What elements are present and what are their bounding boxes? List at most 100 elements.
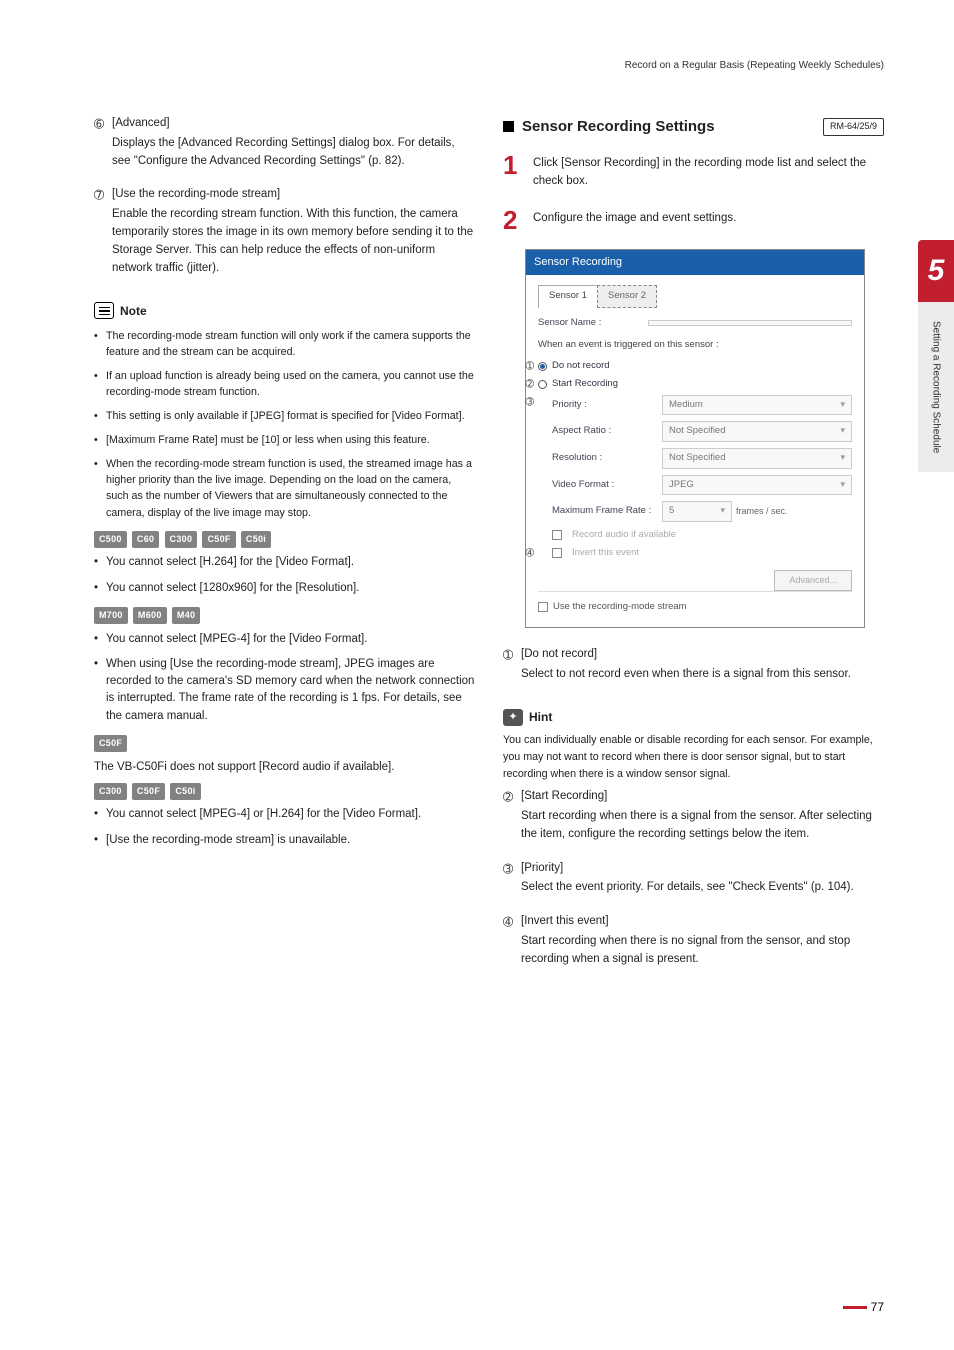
d3-title: [Priority]: [521, 860, 884, 878]
list-item: You cannot select [MPEG-4] for the [Vide…: [94, 631, 475, 648]
list-item: You cannot select [MPEG-4] or [H.264] fo…: [94, 806, 475, 823]
note-bullet: The recording-mode stream function will …: [94, 328, 475, 360]
d4-desc: Start recording when there is no signal …: [521, 933, 884, 969]
callout-4: ➃: [516, 546, 534, 562]
d4-title: [Invert this event]: [521, 913, 884, 931]
model-tag: C500: [94, 531, 127, 548]
step2-text: Configure the image and event settings.: [533, 207, 884, 233]
step-number-2: 2: [503, 207, 523, 233]
trigger-label: When an event is triggered on this senso…: [538, 338, 852, 353]
desc-marker-1: ➀: [503, 646, 521, 694]
note-icon: [94, 302, 114, 319]
dialog-titlebar: Sensor Recording: [526, 250, 864, 275]
priority-select[interactable]: Medium: [662, 395, 852, 416]
hint-icon: ✦: [503, 709, 523, 726]
list-item: [Use the recording-mode stream] is unava…: [94, 832, 475, 849]
hint-text: You can individually enable or disable r…: [503, 732, 884, 782]
priority-label: Priority :: [552, 398, 662, 413]
model-tags-d: C300 C50F C50i: [94, 783, 475, 801]
frame-rate-unit: frames / sec.: [736, 505, 788, 519]
model-tags-b: M700 M600 M40: [94, 607, 475, 625]
item-marker-7: ➆: [94, 186, 112, 287]
d3-desc: Select the event priority. For details, …: [521, 879, 884, 897]
max-frame-rate-select[interactable]: 5: [662, 501, 732, 522]
running-header: Record on a Regular Basis (Repeating Wee…: [94, 60, 884, 71]
model-tag: C300: [94, 783, 127, 800]
model-tag: C50i: [241, 531, 271, 548]
resolution-select[interactable]: Not Specified: [662, 448, 852, 469]
item7-desc: Enable the recording stream function. Wi…: [112, 206, 475, 277]
chapter-label: Setting a Recording Schedule: [918, 302, 954, 472]
model-tag: C50i: [170, 783, 200, 800]
note-bullet: This setting is only available if [JPEG]…: [94, 408, 475, 424]
step-number-1: 1: [503, 152, 523, 191]
desc-marker-3: ➂: [503, 860, 521, 908]
list-item: When using [Use the recording-mode strea…: [94, 656, 475, 725]
item6-desc: Displays the [Advanced Recording Setting…: [112, 135, 475, 171]
model-tag: C50F: [132, 783, 165, 800]
square-bullet-icon: [503, 121, 514, 132]
video-format-select[interactable]: JPEG: [662, 475, 852, 496]
desc-marker-4: ➃: [503, 913, 521, 978]
resolution-label: Resolution :: [552, 451, 662, 466]
video-format-label: Video Format :: [552, 478, 662, 493]
d1-desc: Select to not record even when there is …: [521, 666, 884, 684]
rm-model-tag: RM-64/25/9: [823, 118, 884, 136]
callout-2: ➁: [516, 377, 534, 393]
chapter-number: 5: [918, 240, 954, 302]
note-bullet: When the recording-mode stream function …: [94, 456, 475, 520]
item-marker-6: ➅: [94, 115, 112, 180]
section-title: Sensor Recording Settings: [503, 115, 715, 138]
right-column: Sensor Recording Settings RM-64/25/9 1 C…: [503, 115, 884, 985]
model-tag: C50F: [202, 531, 235, 548]
d2-desc: Start recording when there is a signal f…: [521, 808, 884, 844]
radio-do-not-record[interactable]: [538, 362, 547, 371]
record-audio-label: Record audio if available: [572, 528, 676, 543]
model-tags-c: C50F: [94, 735, 475, 753]
use-stream-label: Use the recording-mode stream: [553, 601, 687, 612]
desc-marker-2: ➁: [503, 788, 521, 853]
hint-heading: Hint: [529, 708, 552, 727]
model-tag: C300: [165, 531, 198, 548]
model-tag: M700: [94, 607, 128, 624]
page-number-bar-icon: [843, 1306, 867, 1309]
advanced-button[interactable]: Advanced...: [774, 570, 852, 592]
page-number: 77: [843, 1300, 884, 1314]
tab-sensor-1[interactable]: Sensor 1: [538, 285, 598, 308]
model-tag: C50F: [94, 735, 127, 752]
model-tag: M600: [133, 607, 167, 624]
invert-event-label: Invert this event: [572, 546, 639, 561]
aspect-label: Aspect Ratio :: [552, 424, 662, 439]
aspect-select[interactable]: Not Specified: [662, 421, 852, 442]
list-item: You cannot select [1280x960] for the [Re…: [94, 580, 475, 597]
d1-title: [Do not record]: [521, 646, 884, 664]
sensor-name-input[interactable]: [648, 320, 852, 326]
item6-title: [Advanced]: [112, 115, 475, 133]
note-bullet: [Maximum Frame Rate] must be [10] or les…: [94, 432, 475, 448]
list-item: You cannot select [H.264] for the [Video…: [94, 554, 475, 571]
left-column: ➅ [Advanced] Displays the [Advanced Reco…: [94, 115, 475, 985]
item7-title: [Use the recording-mode stream]: [112, 186, 475, 204]
radio-start-recording[interactable]: [538, 380, 547, 389]
radio-label: Start Recording: [552, 377, 618, 392]
invert-event-checkbox[interactable]: [552, 548, 562, 558]
callout-3: ➂: [516, 395, 534, 411]
tab-sensor-2[interactable]: Sensor 2: [597, 285, 657, 308]
use-stream-checkbox[interactable]: [538, 602, 548, 612]
model-tag: C60: [132, 531, 159, 548]
sensor-recording-dialog: Sensor Recording Sensor 1 Sensor 2 Senso…: [525, 249, 865, 628]
max-frame-rate-label: Maximum Frame Rate :: [552, 504, 662, 519]
model-tag: M40: [172, 607, 200, 624]
c50f-text: The VB-C50Fi does not support [Record au…: [94, 759, 475, 777]
sensor-name-label: Sensor Name :: [538, 316, 648, 331]
model-tags-a: C500 C60 C300 C50F C50i: [94, 531, 475, 549]
note-bullet: If an upload function is already being u…: [94, 368, 475, 400]
section-title-text: Sensor Recording Settings: [522, 115, 715, 138]
callout-1: ➀: [516, 359, 534, 375]
note-heading: Note: [120, 302, 147, 321]
chapter-tab: 5 Setting a Recording Schedule: [918, 240, 954, 472]
record-audio-checkbox[interactable]: [552, 530, 562, 540]
step1-text: Click [Sensor Recording] in the recordin…: [533, 152, 884, 191]
radio-label: Do not record: [552, 359, 610, 374]
d2-title: [Start Recording]: [521, 788, 884, 806]
